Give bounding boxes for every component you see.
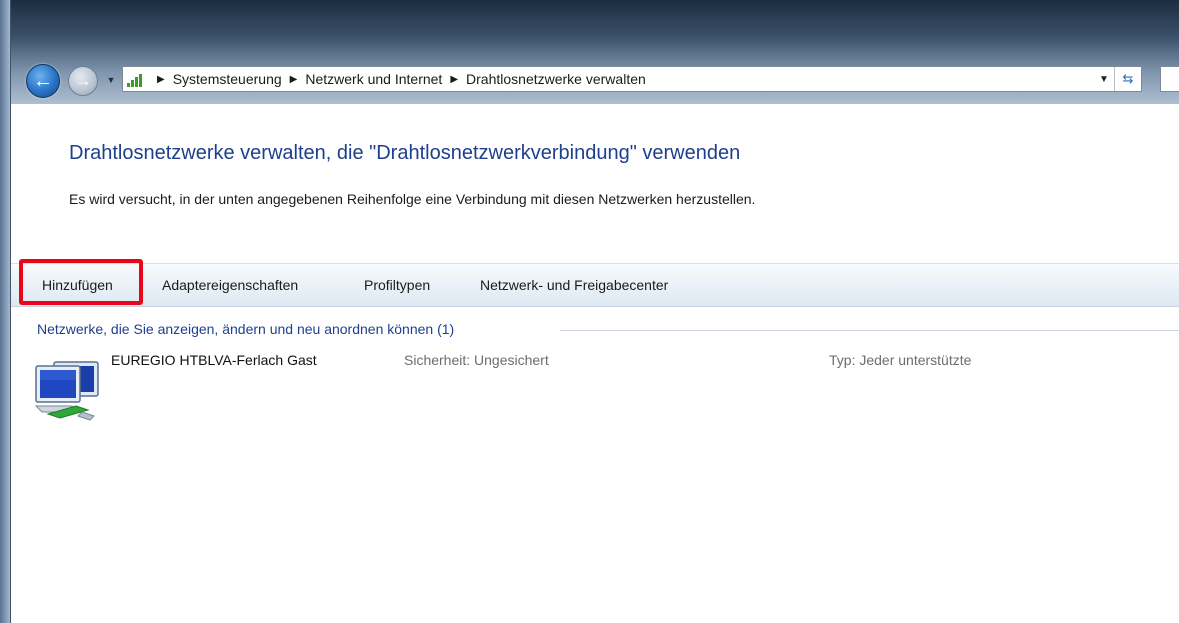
- breadcrumb-separator-icon[interactable]: ▶: [450, 74, 458, 85]
- network-sharing-center-button[interactable]: Netzwerk- und Freigabecenter: [480, 275, 668, 295]
- back-button[interactable]: ←: [26, 64, 60, 98]
- networks-group-header[interactable]: Netzwerke, die Sie anzeigen, ändern und …: [37, 321, 461, 337]
- wireless-network-icon[interactable]: [32, 356, 104, 424]
- recent-pages-button[interactable]: ▼: [104, 72, 118, 88]
- group-divider: [560, 330, 1179, 331]
- chevron-down-icon: ▼: [106, 75, 116, 85]
- chevron-down-icon: ▼: [1099, 73, 1109, 85]
- page-description: Es wird versucht, in der unten angegeben…: [69, 191, 756, 207]
- adapter-properties-button[interactable]: Adaptereigenschaften: [162, 275, 298, 295]
- breadcrumb-separator-icon: ▶: [157, 73, 165, 85]
- window-title-bar: [0, 0, 1179, 120]
- breadcrumb-drahtlosnetzwerke-verwalten[interactable]: Drahtlosnetzwerke verwalten: [466, 71, 646, 87]
- forward-button[interactable]: →: [68, 66, 98, 96]
- highlight-annotation: [19, 259, 143, 305]
- network-signal-icon: [127, 69, 149, 89]
- network-security: Sicherheit: Ungesichert: [404, 352, 549, 368]
- network-type: Typ: Jeder unterstützte: [829, 352, 972, 368]
- breadcrumb-separator-icon[interactable]: ▶: [290, 74, 298, 85]
- refresh-icon: ⇆: [1122, 71, 1134, 86]
- address-bar[interactable]: ▶ Systemsteuerung ▶ Netzwerk und Interne…: [122, 66, 1142, 92]
- forward-arrow-icon: →: [74, 71, 92, 90]
- refresh-button[interactable]: ⇆: [1114, 67, 1141, 91]
- page-title: Drahtlosnetzwerke verwalten, die "Drahtl…: [69, 142, 741, 164]
- network-name[interactable]: EUREGIO HTBLVA-Ferlach Gast: [111, 352, 317, 368]
- breadcrumb-netzwerk-und-internet[interactable]: Netzwerk und Internet: [305, 71, 442, 87]
- address-dropdown-button[interactable]: ▼: [1093, 67, 1115, 91]
- search-input[interactable]: [1160, 66, 1179, 92]
- back-arrow-icon: ←: [33, 69, 53, 92]
- breadcrumb-systemsteuerung[interactable]: Systemsteuerung: [173, 71, 282, 87]
- profile-types-button[interactable]: Profiltypen: [364, 275, 430, 295]
